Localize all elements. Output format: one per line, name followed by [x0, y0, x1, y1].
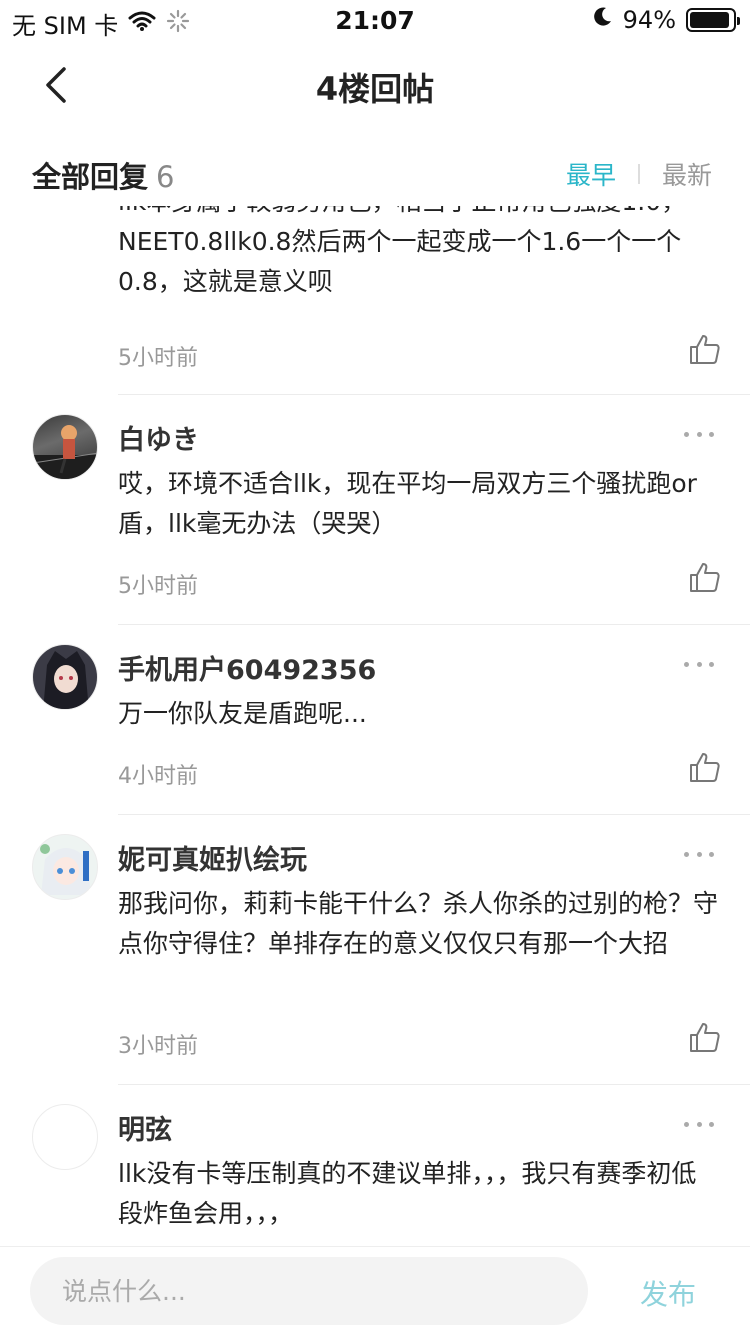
sort-earliest-tab[interactable]: 最早 — [566, 156, 616, 192]
publish-button[interactable]: 发布 — [640, 1273, 696, 1313]
avatar[interactable] — [32, 834, 98, 900]
reply-username[interactable]: 妮可真姬扒绘玩 — [118, 838, 307, 877]
reply-time: 4小时前 — [118, 764, 198, 789]
sort-toggle: 最早 最新 — [566, 156, 712, 192]
thumbs-up-icon[interactable] — [688, 560, 722, 594]
reply-content: 那我问你，莉莉卡能干什么？杀人你杀的过别的枪？守点你守得住？单排存在的意义仅仅只… — [118, 889, 719, 958]
more-options-icon[interactable] — [684, 1114, 714, 1134]
nav-bar: 4楼回帖 — [0, 40, 750, 130]
reply-item: 白ゆき 哎，环境不适合llk，现在平均一局双方三个骚扰跑or盾，llk毫无办法（… — [0, 394, 750, 625]
thumbs-up-icon[interactable] — [688, 750, 722, 784]
more-options-icon[interactable] — [684, 844, 714, 864]
battery-percent: 94% — [622, 6, 676, 34]
moon-icon — [591, 6, 613, 34]
replies-count: 6 — [156, 160, 175, 194]
battery-icon — [686, 8, 740, 32]
reply-item: 明弦 llk没有卡等压制真的不建议单排，，，我只有赛季初低段炸鱼会用，，， — [0, 1084, 750, 1246]
avatar[interactable] — [32, 1104, 98, 1170]
reply-item: llk本身属于較弱男角色，相当于正常角色强度1.0，NEET0.8llk0.8然… — [0, 206, 750, 395]
comment-bar: 发布 — [0, 1246, 750, 1334]
sort-latest-tab[interactable]: 最新 — [662, 156, 712, 192]
reply-list[interactable]: llk本身属于較弱男角色，相当于正常角色强度1.0，NEET0.8llk0.8然… — [0, 206, 750, 1246]
reply-username[interactable]: 明弦 — [118, 1108, 172, 1147]
reply-content: 万一你队友是盾跑呢... — [118, 699, 367, 728]
status-bar: 无 SIM 卡 21:07 94% — [0, 0, 750, 40]
status-right: 94% — [591, 6, 740, 34]
sort-divider — [637, 164, 640, 184]
thumbs-up-icon[interactable] — [688, 1020, 722, 1054]
replies-title: 全部回复 6 — [32, 154, 174, 196]
reply-time: 5小时前 — [118, 574, 198, 599]
reply-content: 哎，环境不适合llk，现在平均一局双方三个骚扰跑or盾，llk毫无办法（哭哭） — [118, 469, 697, 538]
replies-header: 全部回复 6 最早 最新 — [0, 140, 750, 206]
reply-username[interactable]: 手机用户60492356 — [118, 648, 376, 687]
reply-username[interactable]: 白ゆき — [118, 418, 199, 457]
comment-input[interactable] — [30, 1257, 588, 1325]
replies-title-label: 全部回复 — [32, 160, 149, 194]
reply-item: 妮可真姬扒绘玩 那我问你，莉莉卡能干什么？杀人你杀的过别的枪？守点你守得住？单排… — [0, 814, 750, 1085]
reply-item: 手机用户60492356 万一你队友是盾跑呢... 4小时前 — [0, 624, 750, 815]
reply-time: 5小时前 — [118, 346, 198, 371]
page-title: 4楼回帖 — [315, 70, 435, 108]
more-options-icon[interactable] — [684, 654, 714, 674]
battery-fill — [690, 12, 730, 28]
avatar[interactable] — [32, 644, 98, 710]
reply-content: llk本身属于較弱男角色，相当于正常角色强度1.0，NEET0.8llk0.8然… — [118, 206, 686, 296]
avatar[interactable] — [32, 414, 98, 480]
reply-content: llk没有卡等压制真的不建议单排，，，我只有赛季初低段炸鱼会用，，， — [118, 1159, 697, 1228]
thumbs-up-icon[interactable] — [688, 332, 722, 366]
reply-time: 3小时前 — [118, 1034, 198, 1059]
more-options-icon[interactable] — [684, 424, 714, 444]
